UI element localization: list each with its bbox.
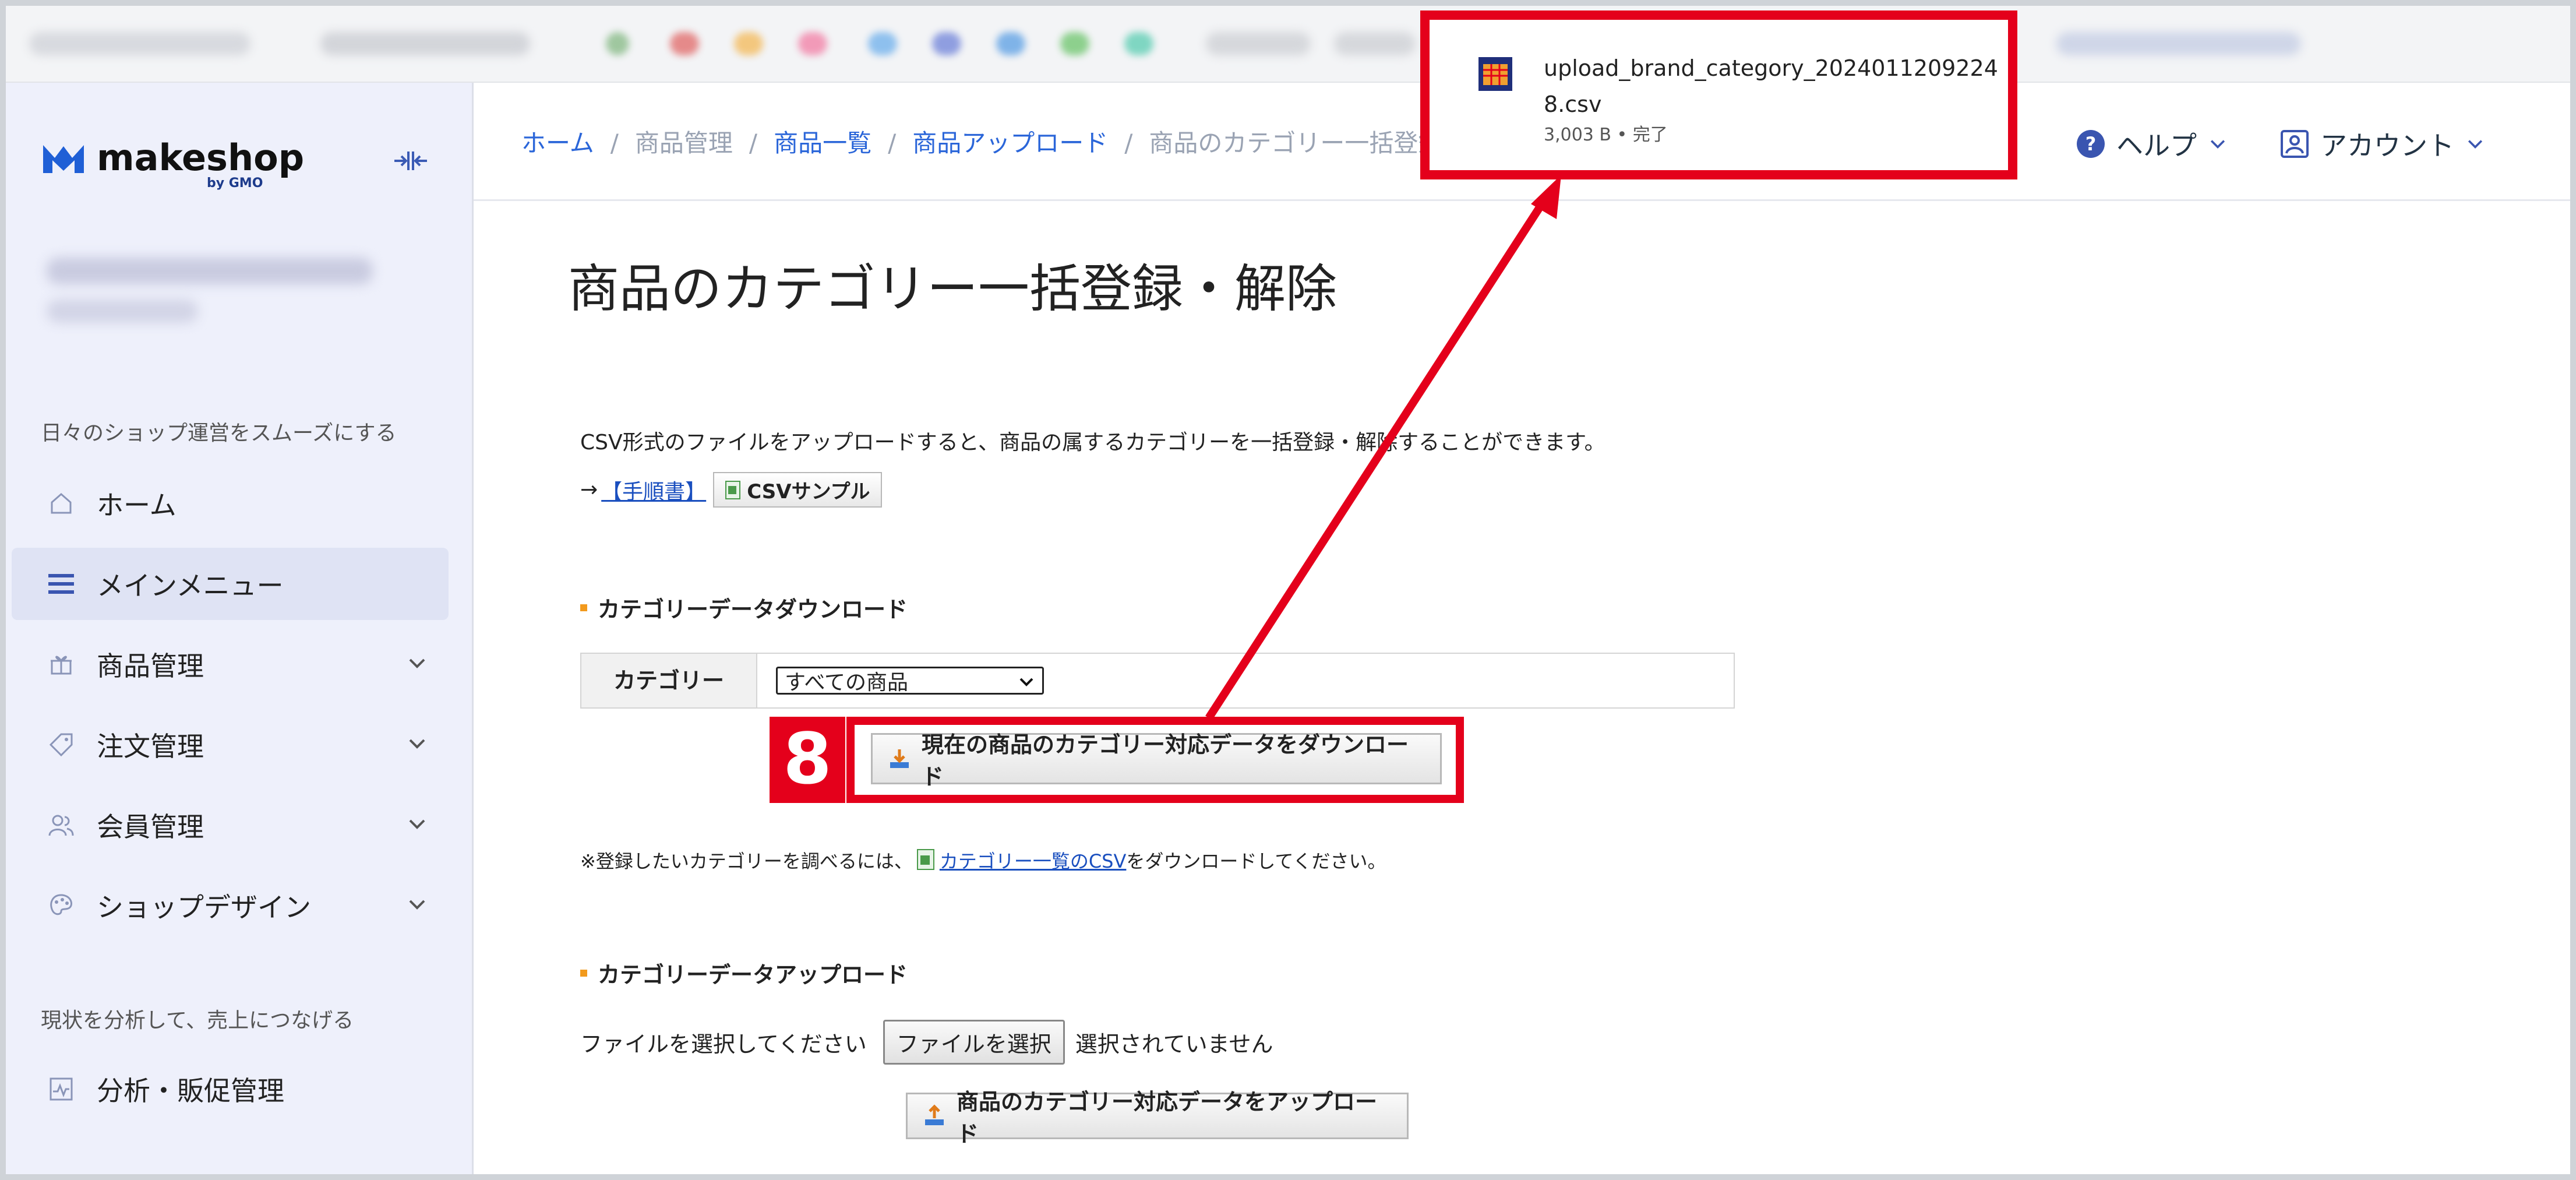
download-status: 3,003 B • 完了 [1544, 125, 1668, 145]
downloaded-filename[interactable]: upload_brand_category_20240112092248.csv [1544, 50, 2010, 122]
csv-file-icon [1476, 55, 1515, 96]
highlight-download-button [846, 717, 1464, 803]
download-popup[interactable]: upload_brand_category_20240112092248.csv… [1420, 10, 2017, 179]
annotation-arrow [1205, 175, 1561, 720]
step-badge: 8 [770, 717, 845, 803]
